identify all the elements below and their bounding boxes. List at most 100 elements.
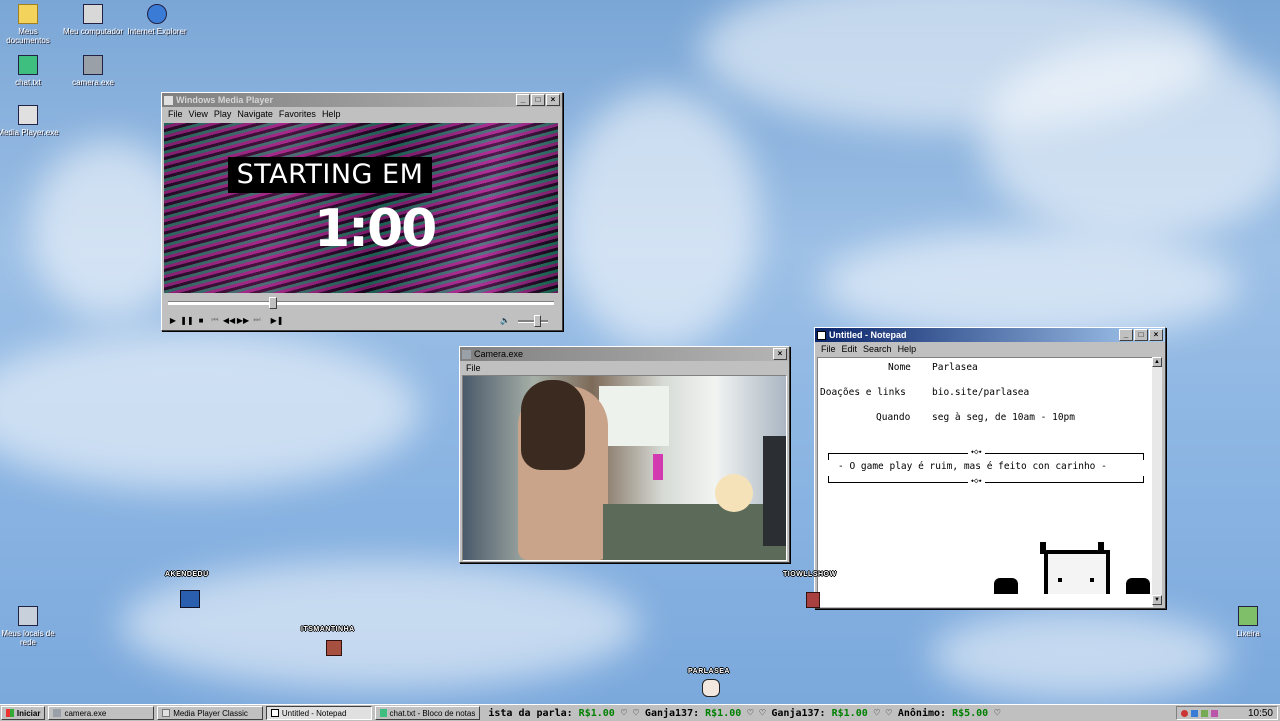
motto-text: - O game play é ruim, mas é feito con ca… xyxy=(838,461,1107,472)
menu-edit[interactable]: Edit xyxy=(842,344,858,354)
sprite-label-parlasea: PARLASEA xyxy=(688,668,730,675)
volume-slider[interactable] xyxy=(518,315,548,327)
folder-icon xyxy=(18,4,38,24)
minimize-button[interactable]: _ xyxy=(516,94,530,106)
pause-icon[interactable]: ❚❚ xyxy=(180,314,194,326)
vertical-scrollbar[interactable]: ▲ ▼ xyxy=(1152,357,1162,605)
notepad-window: Untitled - Notepad _ □ × File Edit Searc… xyxy=(814,327,1166,609)
ticker-name-2: Ganja137: xyxy=(644,707,700,719)
skip-forward-icon[interactable]: ⏭ xyxy=(250,314,264,326)
desktop-icon-internet-explorer[interactable]: Internet Explorer xyxy=(125,4,189,36)
frame-top-rule xyxy=(828,453,1144,460)
menu-view[interactable]: View xyxy=(189,109,208,119)
menu-file[interactable]: File xyxy=(168,109,183,119)
field-value-doacoes: bio.site/parlasea xyxy=(932,387,1030,398)
heart-icon: ♡ xyxy=(994,707,1001,719)
volume-thumb[interactable] xyxy=(534,315,541,327)
field-value-nome: Parlasea xyxy=(932,362,978,373)
taskbar-item-camera[interactable]: camera.exe xyxy=(48,706,155,720)
ticker-name-4: Anônimo: xyxy=(897,707,947,719)
notepad-menubar: File Edit Search Help xyxy=(815,342,1165,356)
camera-title: Camera.exe xyxy=(474,349,524,359)
camera-titlebar[interactable]: Camera.exe × xyxy=(460,347,789,361)
webcam-feed xyxy=(462,375,787,561)
chat-avatar-tiowllshow xyxy=(806,592,820,608)
menu-search[interactable]: Search xyxy=(863,344,892,354)
close-button[interactable]: × xyxy=(546,94,560,106)
desktop-icon-recycle-bin[interactable]: Lixeira xyxy=(1216,606,1280,638)
camera-app-icon xyxy=(462,349,471,359)
camera-icon xyxy=(83,55,103,75)
frame-bottom-rule xyxy=(828,476,1144,483)
desktop-icon-my-computer[interactable]: Meu computador xyxy=(61,4,125,36)
notepad-icon xyxy=(270,709,279,717)
maximize-button[interactable]: □ xyxy=(531,94,545,106)
desktop-icon-chat-txt[interactable]: chat.txt xyxy=(0,55,60,87)
seek-thumb[interactable] xyxy=(269,297,278,309)
notepad-titlebar[interactable]: Untitled - Notepad _ □ × xyxy=(815,328,1165,342)
media-player-icon xyxy=(18,105,38,125)
notepad-title: Untitled - Notepad xyxy=(829,330,907,340)
tray-icon[interactable] xyxy=(1201,709,1209,717)
ticker-amount-2: R$1.00 xyxy=(705,707,742,719)
rewind-icon[interactable]: ◀◀ xyxy=(222,314,236,326)
media-player-window: Windows Media Player _ □ × File View Pla… xyxy=(161,92,563,331)
recycle-bin-icon xyxy=(1238,606,1258,626)
menu-file[interactable]: File xyxy=(466,363,481,373)
scroll-up-arrow-icon[interactable]: ▲ xyxy=(1152,357,1162,367)
media-player-titlebar[interactable]: Windows Media Player _ □ × xyxy=(162,93,562,107)
heart-icon: ♡ ♡ xyxy=(873,707,898,719)
frame-step-icon[interactable]: ▶❚ xyxy=(270,314,284,326)
network-icon xyxy=(18,606,38,626)
volume-icon[interactable]: 🔈 xyxy=(498,314,512,326)
ticker-amount-1: R$1.00 xyxy=(578,707,615,719)
fast-forward-icon[interactable]: ▶▶ xyxy=(236,314,250,326)
cat-paw-right xyxy=(1126,578,1150,594)
taskbar-item-notepad[interactable]: Untitled - Notepad xyxy=(265,706,372,720)
tray-icon[interactable] xyxy=(1191,709,1199,717)
ornament-top: ⬩◇⬩ xyxy=(968,447,985,457)
sprite-label-tiowllshow: TIOWLLSHOW xyxy=(783,571,837,578)
menu-help[interactable]: Help xyxy=(898,344,917,354)
stop-icon[interactable]: ■ xyxy=(194,314,208,326)
seek-bar[interactable] xyxy=(168,301,554,305)
notepad-text-area[interactable]: Nome Parlasea Doações e links bio.site/p… xyxy=(817,357,1153,607)
lamp xyxy=(715,474,753,512)
desktop-icon-media-player[interactable]: Media Player.exe xyxy=(0,105,60,137)
close-button[interactable]: × xyxy=(773,348,787,360)
start-button[interactable]: Iniciar xyxy=(1,706,46,720)
window-light xyxy=(599,386,669,446)
taskbar-item-chat[interactable]: chat.txt - Bloco de notas xyxy=(374,706,481,720)
camera-menubar: File xyxy=(460,361,789,375)
media-player-icon xyxy=(162,709,171,717)
desktop-icon-camera-exe[interactable]: camera.exe xyxy=(61,55,125,87)
clock[interactable]: 10:50 xyxy=(1248,708,1273,719)
system-tray: 10:50 xyxy=(1176,706,1278,720)
field-label-doacoes: Doações e links xyxy=(820,387,906,398)
tray-icon[interactable] xyxy=(1211,709,1219,717)
desktop-icon-network[interactable]: Meus locais de rede xyxy=(0,606,60,647)
playback-controls: ▶ ❚❚ ■ ⏮ ◀◀ ▶▶ ⏭ ▶❚ 🔈 xyxy=(166,313,558,327)
minimize-button[interactable]: _ xyxy=(1119,329,1133,341)
menu-help[interactable]: Help xyxy=(322,109,341,119)
heart-icon: ♡ ♡ xyxy=(747,707,772,719)
chat-avatar-akendedu xyxy=(180,590,200,608)
text-file-icon xyxy=(18,55,38,75)
ticker-amount-4: R$5.00 xyxy=(952,707,989,719)
taskbar-item-media-player[interactable]: Media Player Classic xyxy=(157,706,263,720)
computer-icon xyxy=(83,4,103,24)
maximize-button[interactable]: □ xyxy=(1134,329,1148,341)
video-screen[interactable]: STARTING EM 1:00 xyxy=(164,123,558,293)
cat-eye-right xyxy=(1090,578,1094,582)
menu-play[interactable]: Play xyxy=(214,109,232,119)
tray-icon[interactable] xyxy=(1181,709,1189,717)
scroll-down-arrow-icon[interactable]: ▼ xyxy=(1152,595,1162,605)
skip-back-icon[interactable]: ⏮ xyxy=(208,314,222,326)
menu-file[interactable]: File xyxy=(821,344,836,354)
menu-navigate[interactable]: Navigate xyxy=(237,109,273,119)
desktop-icon-my-documents[interactable]: Meus documentos xyxy=(0,4,60,45)
menu-favorites[interactable]: Favorites xyxy=(279,109,316,119)
notepad-app-icon xyxy=(817,330,826,340)
play-icon[interactable]: ▶ xyxy=(166,314,180,326)
close-button[interactable]: × xyxy=(1149,329,1163,341)
